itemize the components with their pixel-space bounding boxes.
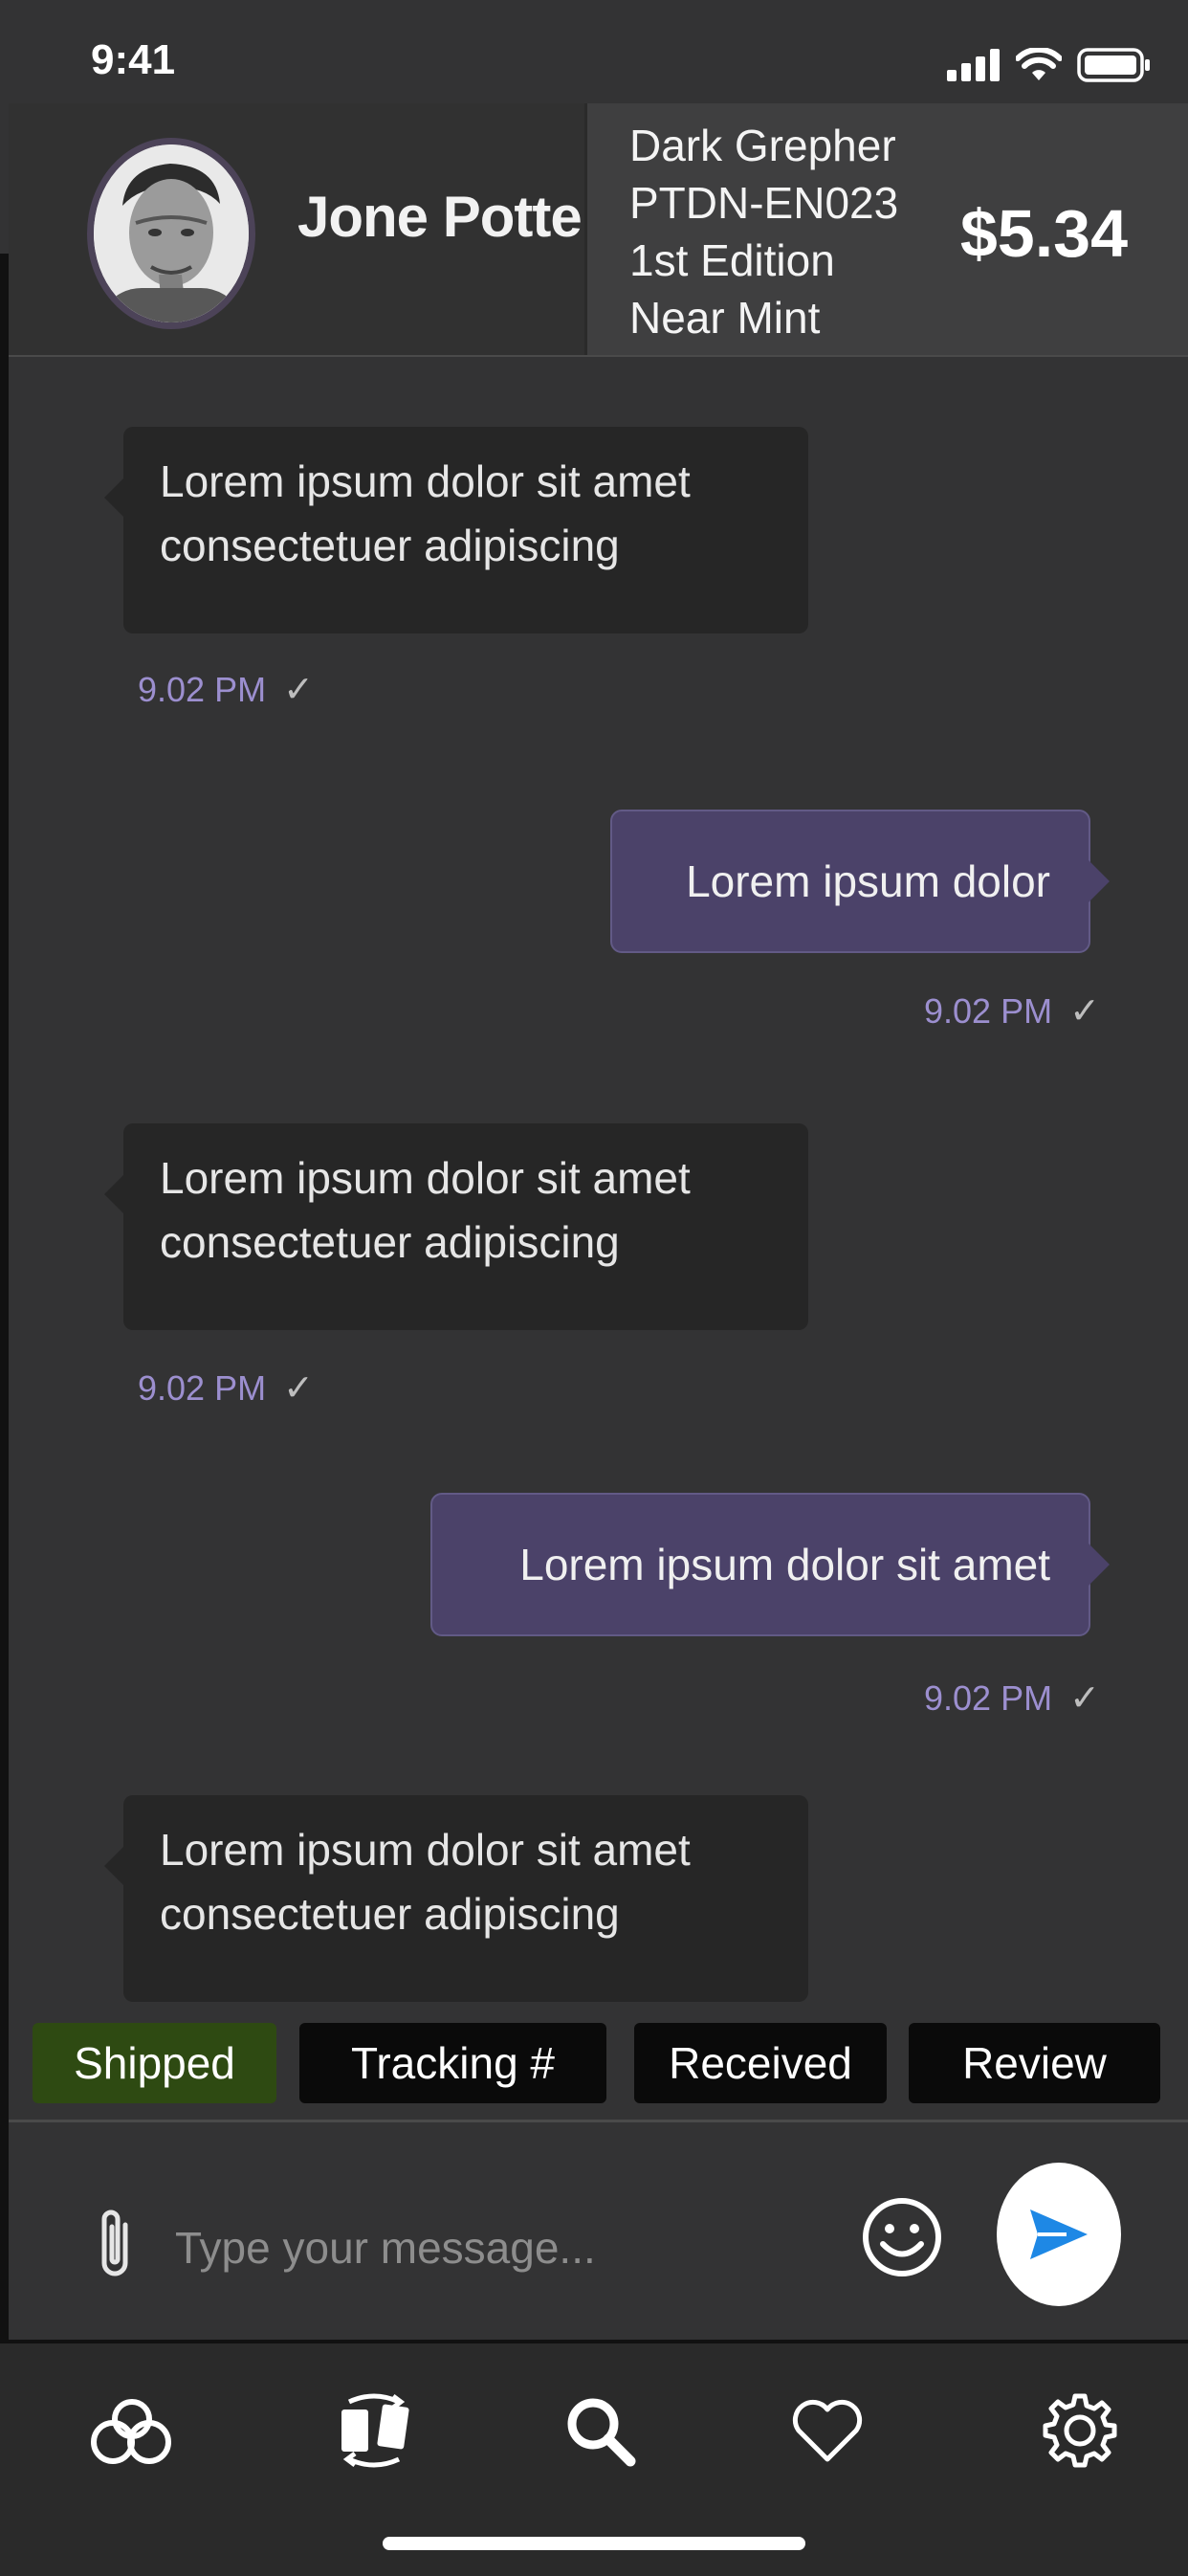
read-check-icon: ✓ bbox=[283, 1368, 314, 1409]
heart-icon bbox=[792, 2399, 863, 2462]
message-meta: 9.02 PM ✓ bbox=[138, 668, 314, 711]
nav-favorites[interactable] bbox=[775, 2378, 880, 2483]
message-meta: 9.02 PM ✓ bbox=[924, 1677, 1100, 1720]
message-line: consectetuer adipiscing bbox=[160, 1217, 620, 1267]
outgoing-message-bubble: Lorem ipsum dolor sit amet bbox=[430, 1493, 1110, 1636]
message-time: 9.02 PM bbox=[138, 669, 267, 709]
avatar[interactable] bbox=[87, 138, 255, 329]
message-line: Lorem ipsum dolor sit amet bbox=[160, 456, 691, 506]
send-button[interactable] bbox=[997, 2163, 1121, 2306]
link-icon bbox=[91, 2399, 171, 2464]
outgoing-message-bubble: Lorem ipsum dolor bbox=[610, 810, 1110, 953]
message-time: 9.02 PM bbox=[924, 990, 1053, 1031]
nav-trade[interactable] bbox=[321, 2378, 427, 2483]
send-icon bbox=[1030, 2210, 1088, 2259]
attachment-clip-icon[interactable] bbox=[93, 2206, 137, 2282]
read-check-icon: ✓ bbox=[1069, 1678, 1100, 1719]
product-edition: 1st Edition bbox=[629, 235, 835, 285]
search-icon bbox=[567, 2398, 636, 2467]
product-name: Dark Grepher bbox=[629, 121, 896, 170]
message-composer bbox=[9, 2120, 1188, 2343]
avatar-photo bbox=[94, 144, 249, 322]
nav-connect[interactable] bbox=[79, 2378, 185, 2483]
message-line: Lorem ipsum dolor bbox=[686, 856, 1050, 906]
incoming-message-bubble: Lorem ipsum dolor sit amet consectetuer … bbox=[104, 427, 808, 633]
trade-icon bbox=[341, 2393, 409, 2468]
left-edge-divider bbox=[0, 254, 9, 2340]
nav-settings[interactable] bbox=[1027, 2378, 1133, 2483]
message-line: Lorem ipsum dolor sit amet bbox=[160, 1825, 691, 1875]
message-time: 9.02 PM bbox=[138, 1367, 267, 1408]
message-meta: 9.02 PM ✓ bbox=[924, 989, 1100, 1033]
home-indicator[interactable] bbox=[383, 2537, 805, 2550]
battery-icon bbox=[1077, 48, 1150, 82]
message-line: Lorem ipsum dolor sit amet bbox=[160, 1153, 691, 1203]
message-line: consectetuer adipiscing bbox=[160, 521, 620, 570]
emoji-icon[interactable] bbox=[862, 2197, 942, 2277]
product-panel[interactable]: Dark Grepher PTDN-EN023 1st Edition Near… bbox=[584, 103, 1188, 355]
status-time: 9:41 bbox=[91, 36, 176, 83]
product-details: Dark Grepher PTDN-EN023 1st Edition Near… bbox=[629, 117, 898, 346]
message-time: 9.02 PM bbox=[924, 1677, 1053, 1718]
status-chip-tracking[interactable]: Tracking # bbox=[299, 2023, 606, 2103]
gear-icon bbox=[1043, 2393, 1117, 2468]
status-chip-received[interactable]: Received bbox=[634, 2023, 887, 2103]
read-check-icon: ✓ bbox=[283, 670, 314, 710]
product-price: $5.34 bbox=[959, 196, 1128, 271]
chat-header: Jone Potter Dark Grepher PTDN-EN023 1st … bbox=[9, 103, 1188, 357]
message-line: Lorem ipsum dolor sit amet bbox=[519, 1540, 1050, 1589]
status-bar: 9:41 bbox=[0, 0, 1188, 103]
contact-name: Jone Potter bbox=[297, 185, 604, 249]
status-chip-shipped[interactable]: Shipped bbox=[33, 2023, 276, 2103]
message-input[interactable] bbox=[173, 2213, 827, 2282]
status-chip-review[interactable]: Review bbox=[909, 2023, 1160, 2103]
status-icons bbox=[947, 46, 1152, 84]
message-line: consectetuer adipiscing bbox=[160, 1889, 620, 1939]
nav-search[interactable] bbox=[547, 2378, 652, 2483]
cellular-signal-icon bbox=[947, 49, 1000, 81]
product-condition: Near Mint bbox=[629, 293, 821, 343]
read-check-icon: ✓ bbox=[1069, 991, 1100, 1032]
incoming-message-bubble: Lorem ipsum dolor sit amet consectetuer … bbox=[104, 1123, 808, 1330]
message-meta: 9.02 PM ✓ bbox=[138, 1366, 314, 1410]
product-code: PTDN-EN023 bbox=[629, 178, 899, 228]
incoming-message-bubble: Lorem ipsum dolor sit amet consectetuer … bbox=[104, 1795, 808, 2002]
portrait-icon bbox=[94, 144, 249, 322]
wifi-icon bbox=[1016, 48, 1062, 80]
chat-screen: 9:41 Jone Potter Dark Grepher PTDN-EN023… bbox=[0, 0, 1188, 2576]
